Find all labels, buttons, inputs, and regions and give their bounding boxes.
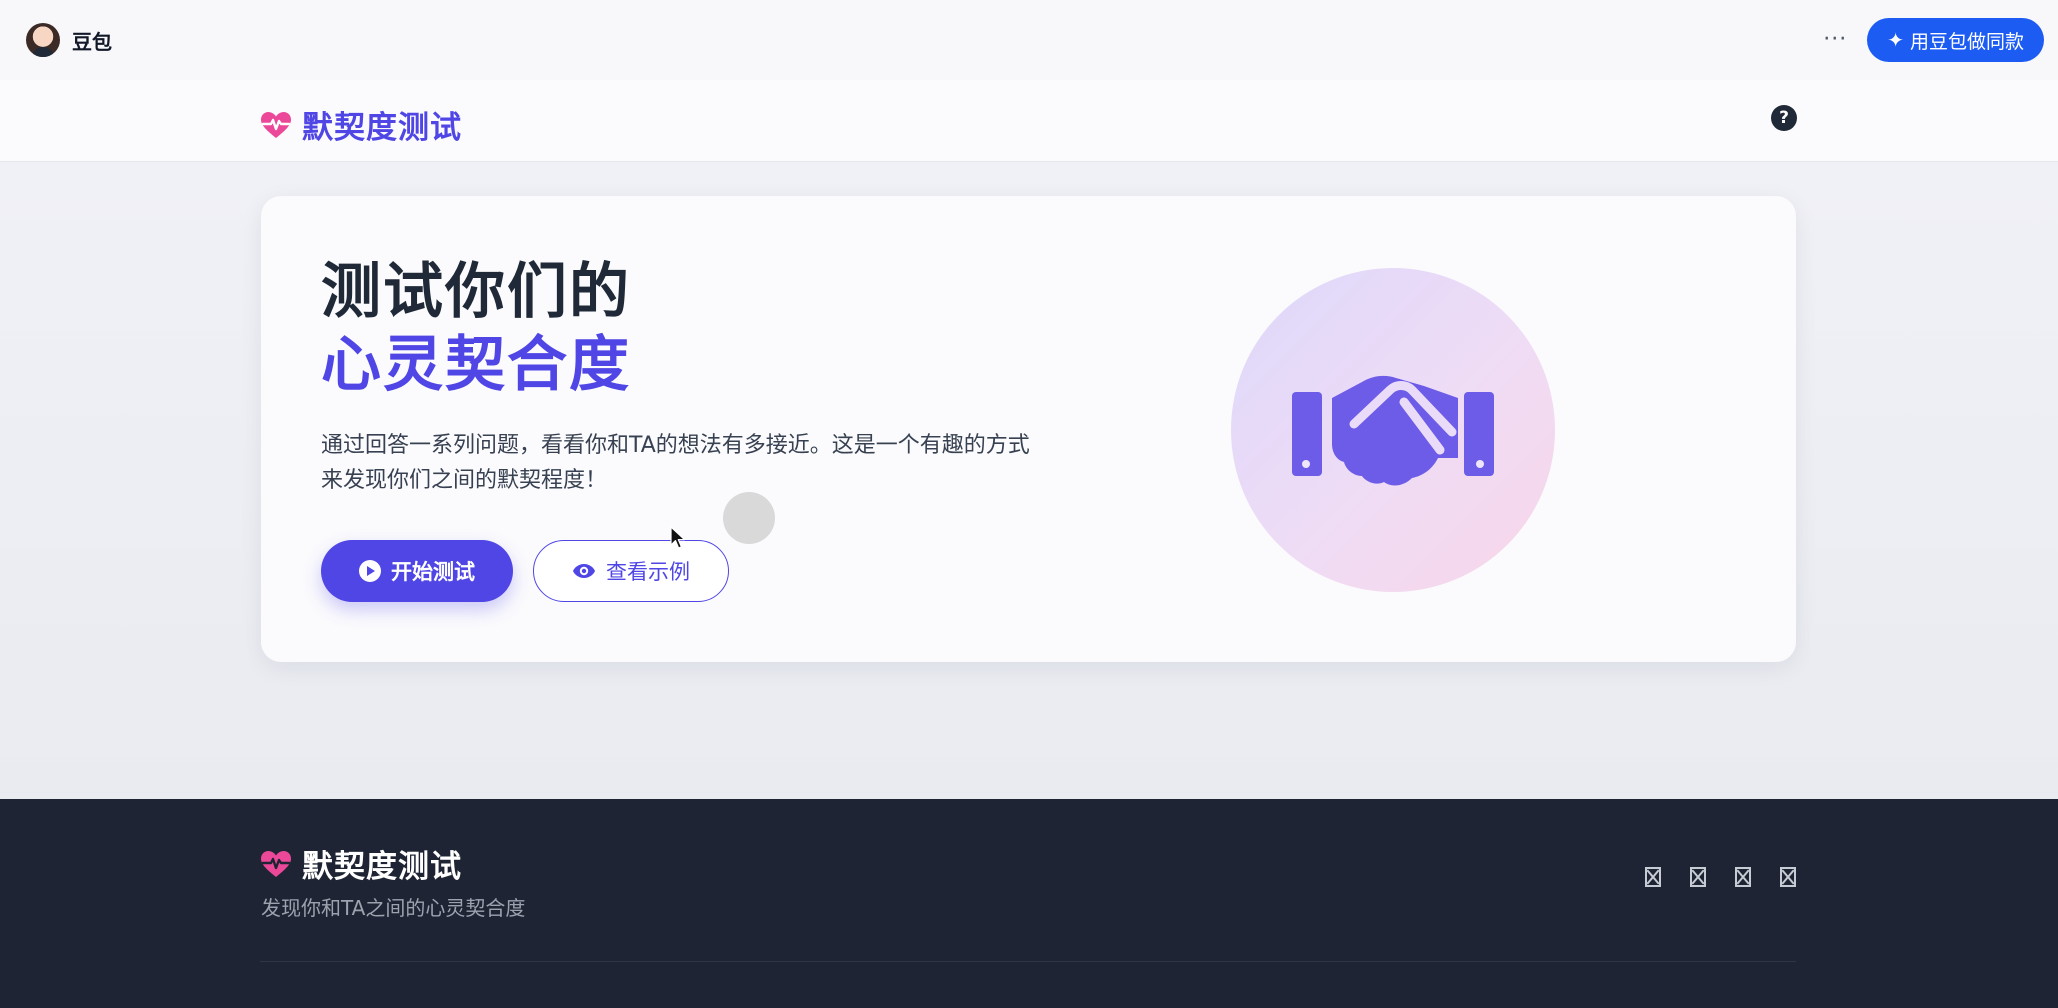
hero-title-line2: 心灵契合度 [321,330,631,400]
start-test-label: 开始测试 [391,560,475,584]
eye-icon [573,564,595,578]
doubao-topbar: 豆包 ··· ✦ 用豆包做同款 [0,0,2058,80]
social-icon-1[interactable] [1645,867,1661,887]
more-options-button[interactable]: ··· [1823,29,1847,51]
app-name: 豆包 [72,29,112,54]
social-icon-3[interactable] [1735,867,1751,887]
footer-divider [260,961,1796,962]
social-icon-4[interactable] [1780,867,1796,887]
make-same-button[interactable]: ✦ 用豆包做同款 [1867,18,2044,62]
help-icon[interactable]: ? [1771,105,1797,131]
main-section: 测试你们的 心灵契合度 通过回答一系列问题，看看你和TA的想法有多接近。这是一个… [0,162,2058,799]
avatar[interactable] [26,23,60,57]
heartbeat-icon [261,111,291,138]
play-icon [359,560,381,582]
view-example-button[interactable]: 查看示例 [533,540,729,602]
view-example-label: 查看示例 [606,560,690,584]
footer-title: 默契度测试 [302,849,462,885]
make-same-label: 用豆包做同款 [1909,30,2024,53]
sparkle-icon: ✦ [1887,28,1904,52]
brand-title: 默契度测试 [302,110,462,146]
brand-logo[interactable]: 默契度测试 [260,102,462,147]
hero-description: 通过回答一系列问题，看看你和TA的想法有多接近。这是一个有趣的方式来发现你们之间… [321,433,1030,493]
mouse-cursor-icon [670,526,686,549]
hero-illustration [1231,268,1555,592]
social-icon-2[interactable] [1690,867,1706,887]
footer: 默契度测试 发现你和TA之间的心灵契合度 [0,799,2058,1008]
hero-title-line1: 测试你们的 [321,257,631,327]
handshake-icon [1292,375,1494,486]
click-ripple [723,492,775,544]
social-links [1645,867,1796,887]
heartbeat-icon [261,850,291,877]
app-header: 默契度测试 ? [0,80,2058,162]
footer-description: 发现你和TA之间的心灵契合度 [261,896,526,920]
start-test-button[interactable]: 开始测试 [321,540,513,602]
footer-brand: 默契度测试 [260,841,462,886]
hero-card: 测试你们的 心灵契合度 通过回答一系列问题，看看你和TA的想法有多接近。这是一个… [261,196,1796,662]
